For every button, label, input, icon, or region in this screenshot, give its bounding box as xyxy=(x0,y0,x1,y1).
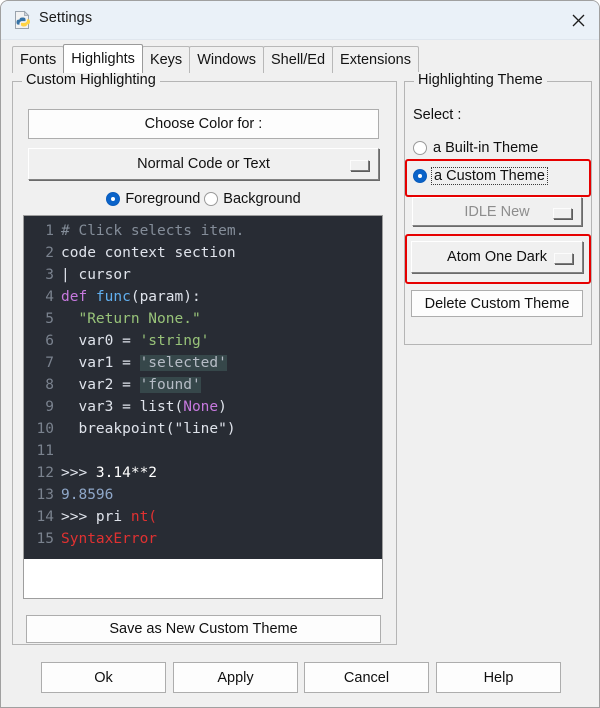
code-line-number: 1 xyxy=(45,223,54,239)
code-line: 14 >>> pri nt( xyxy=(24,506,382,528)
code-line-text: | cursor xyxy=(61,267,131,283)
code-line-number: 4 xyxy=(45,289,54,305)
radio-builtin-theme-label: a Built-in Theme xyxy=(433,140,539,156)
apply-label: Apply xyxy=(217,669,254,686)
code-line-number: 8 xyxy=(45,377,54,393)
option-menu-indicator-icon xyxy=(350,160,369,171)
code-line: 7 var1 = 'selected' xyxy=(24,352,382,374)
code-sample-lines[interactable]: 1 # Click selects item. 2 code context sect… xyxy=(24,216,382,559)
code-line: 5 "Return None." xyxy=(24,308,382,330)
radio-foreground-label: Foreground xyxy=(125,191,201,207)
code-line: 12 >>> 3.14**2 xyxy=(24,462,382,484)
code-line-number: 14 xyxy=(36,509,54,525)
save-theme-label: Save as New Custom Theme xyxy=(109,621,298,637)
cancel-button[interactable]: Cancel xyxy=(304,662,429,693)
radio-builtin-theme[interactable]: a Built-in Theme xyxy=(410,139,541,157)
code-line-number: 3 xyxy=(45,267,54,283)
code-line: 8 var2 = 'found' xyxy=(24,374,382,396)
radio-background-dot xyxy=(204,192,219,206)
radio-custom-theme-label: a Custom Theme xyxy=(431,167,548,185)
tab-windows[interactable]: Windows xyxy=(189,46,265,73)
fg-bg-radio-group: Foreground Background xyxy=(28,187,379,211)
code-line: 1 # Click selects item. xyxy=(24,220,382,242)
tab-shell-ed[interactable]: Shell/Ed xyxy=(263,46,334,73)
code-line: 15 SyntaxError xyxy=(24,528,382,550)
tab-fonts[interactable]: Fonts xyxy=(12,46,65,73)
radio-custom-theme-dot xyxy=(413,169,427,183)
code-line-number: 5 xyxy=(45,311,54,327)
highlight-element-optionmenu[interactable]: Normal Code or Text xyxy=(28,148,379,180)
code-line: 4 def func(param): xyxy=(24,286,382,308)
radio-custom-theme[interactable]: a Custom Theme xyxy=(410,166,551,186)
radio-foreground[interactable]: Foreground xyxy=(106,191,200,207)
code-line-number: 7 xyxy=(45,355,54,371)
radio-background[interactable]: Background xyxy=(204,191,301,207)
builtin-theme-value: IDLE New xyxy=(464,203,530,220)
code-line-text: var0 = 'string' xyxy=(61,333,210,349)
code-line: 6 var0 = 'string' xyxy=(24,330,382,352)
code-line-text: var2 = 'found' xyxy=(61,377,201,393)
close-icon[interactable] xyxy=(555,1,599,39)
highlighting-theme-title: Highlighting Theme xyxy=(414,72,547,88)
radio-builtin-theme-dot xyxy=(413,141,427,155)
code-sample-preview[interactable]: 1 # Click selects item. 2 code context sect… xyxy=(23,215,383,599)
code-line-text: SyntaxError xyxy=(61,531,158,547)
choose-color-label: Choose Color for : xyxy=(144,116,263,132)
highlight-element-value: Normal Code or Text xyxy=(137,156,270,172)
code-line-number: 15 xyxy=(36,531,54,547)
settings-dialog: Settings Fonts Highlights Keys Windows S… xyxy=(0,0,600,708)
code-line: 9 var3 = list(None) xyxy=(24,396,382,418)
select-label: Select : xyxy=(413,107,462,123)
apply-button[interactable]: Apply xyxy=(173,662,298,693)
custom-theme-value: Atom One Dark xyxy=(447,249,547,265)
radio-foreground-dot xyxy=(106,192,121,206)
radio-background-label: Background xyxy=(223,191,301,207)
tab-highlights[interactable]: Highlights xyxy=(63,44,143,73)
code-line-number: 10 xyxy=(36,421,54,437)
code-line-text: code context section xyxy=(61,245,236,261)
code-line: 10 breakpoint("line") xyxy=(24,418,382,440)
code-line-number: 11 xyxy=(36,443,54,459)
code-line-text: var3 = list(None) xyxy=(61,399,227,415)
delete-custom-theme-button[interactable]: Delete Custom Theme xyxy=(411,290,583,317)
tab-bar: Fonts Highlights Keys Windows Shell/Ed E… xyxy=(12,44,419,73)
code-line-text: breakpoint("line") xyxy=(61,421,236,437)
code-line: 13 9.8596 xyxy=(24,484,382,506)
code-line-number: 6 xyxy=(45,333,54,349)
code-line-number: 12 xyxy=(36,465,54,481)
code-line: 3 | cursor xyxy=(24,264,382,286)
code-line-text: 9.8596 xyxy=(61,487,114,503)
code-line: 2 code context section xyxy=(24,242,382,264)
python-file-icon xyxy=(13,10,33,30)
code-line-number: 2 xyxy=(45,245,54,261)
option-menu-indicator-icon xyxy=(554,253,573,264)
code-line: 11 xyxy=(24,440,382,462)
cancel-label: Cancel xyxy=(343,669,390,686)
code-line-text: >>> pri nt( xyxy=(61,509,158,525)
ok-button[interactable]: Ok xyxy=(41,662,166,693)
help-label: Help xyxy=(483,669,514,686)
code-line-text: >>> 3.14**2 xyxy=(61,465,158,481)
code-line-number: 9 xyxy=(45,399,54,415)
tab-keys[interactable]: Keys xyxy=(141,46,191,73)
code-line-text: def func(param): xyxy=(61,289,201,305)
option-menu-indicator-icon xyxy=(553,207,572,219)
code-line-text: # Click selects item. xyxy=(61,223,245,239)
code-line-text: "Return None." xyxy=(78,311,201,327)
custom-theme-optionmenu[interactable]: Atom One Dark xyxy=(411,241,583,273)
tab-extensions[interactable]: Extensions xyxy=(332,46,419,73)
save-as-new-custom-theme-button[interactable]: Save as New Custom Theme xyxy=(26,615,381,643)
title-bar: Settings xyxy=(1,1,599,40)
ok-label: Ok xyxy=(94,669,113,686)
custom-highlighting-title: Custom Highlighting xyxy=(22,72,160,88)
builtin-theme-optionmenu[interactable]: IDLE New xyxy=(412,197,582,226)
delete-custom-theme-label: Delete Custom Theme xyxy=(424,295,570,312)
choose-color-button[interactable]: Choose Color for : xyxy=(28,109,379,139)
code-line-text: var1 = 'selected' xyxy=(61,355,227,371)
window-title: Settings xyxy=(39,10,93,26)
code-line-number: 13 xyxy=(36,487,54,503)
help-button[interactable]: Help xyxy=(436,662,561,693)
